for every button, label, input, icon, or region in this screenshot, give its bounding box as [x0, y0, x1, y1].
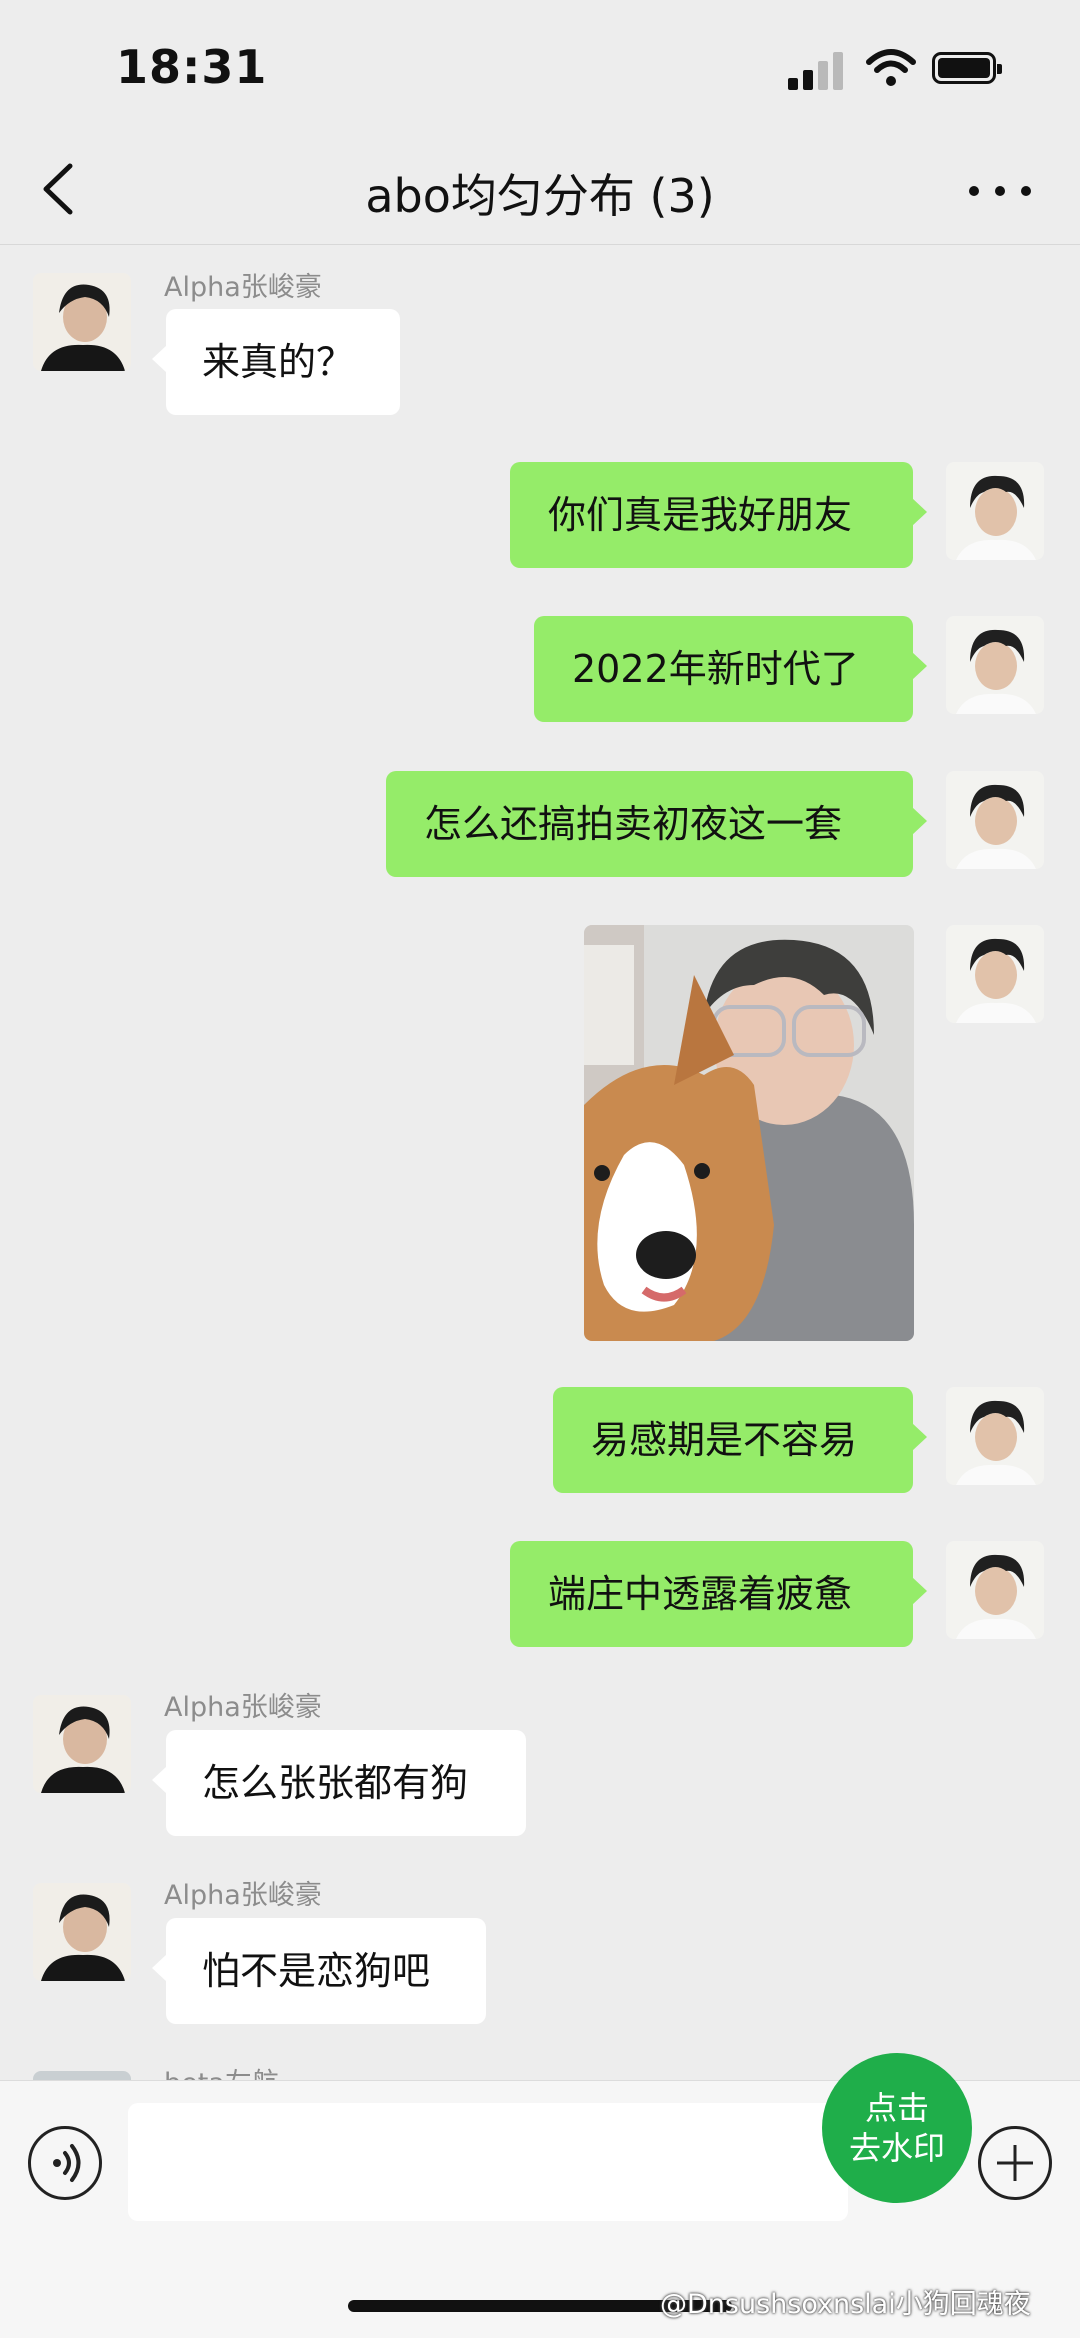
more-dots-icon[interactable]	[960, 166, 1040, 216]
person-avatar-icon	[33, 1695, 131, 1793]
status-time: 18:31	[116, 40, 268, 94]
plus-icon[interactable]	[978, 2126, 1052, 2200]
avatar-self[interactable]	[946, 1387, 1044, 1485]
person-avatar-icon	[946, 616, 1044, 714]
remove-watermark-line2: 去水印	[848, 2129, 945, 2167]
sender-name: Alpha张峻豪	[164, 1880, 322, 1911]
person-avatar-icon	[946, 1387, 1044, 1485]
avatar-self[interactable]	[946, 925, 1044, 1023]
avatar-alpha[interactable]	[33, 1695, 131, 1793]
message-input[interactable]	[128, 2103, 848, 2221]
person-avatar-icon	[33, 1883, 131, 1981]
chat-header: abo均匀分布 (3)	[0, 140, 1080, 245]
signal-icon	[788, 52, 846, 90]
avatar-self[interactable]	[946, 771, 1044, 869]
sender-name: beta左航	[164, 2061, 279, 2080]
avatar-alpha[interactable]	[33, 273, 131, 371]
sender-name: Alpha张峻豪	[164, 272, 322, 303]
message-bubble[interactable]: 端庄中透露着疲惫	[510, 1541, 927, 1647]
person-avatar-icon	[946, 1541, 1044, 1639]
voice-icon[interactable]	[28, 2126, 102, 2200]
photo-person-with-corgi	[584, 925, 914, 1341]
message-bubble[interactable]: 怎么张张都有狗	[152, 1730, 526, 1836]
message-bubble[interactable]: 你们真是我好朋友	[510, 462, 927, 568]
message-bubble[interactable]: 怎么还搞拍卖初夜这一套	[386, 771, 927, 877]
message-bubble[interactable]: 2022年新时代了	[534, 616, 927, 722]
person-avatar-icon	[946, 462, 1044, 560]
wifi-icon	[866, 49, 916, 86]
message-bubble[interactable]: 怕不是恋狗吧	[152, 1918, 486, 2024]
person-avatar-icon	[946, 925, 1044, 1023]
credit-watermark: @Dnsushsoxnslai小狗回魂夜	[660, 2289, 1031, 2320]
voice-waves-icon	[53, 2144, 81, 2182]
message-bubble[interactable]: 来真的？	[152, 309, 400, 415]
avatar-alpha[interactable]	[33, 1883, 131, 1981]
message-bubble[interactable]: 易感期是不容易	[553, 1387, 927, 1493]
avatar-beta[interactable]	[33, 2071, 131, 2080]
chat-title: abo均匀分布 (3)	[365, 169, 715, 223]
sender-name: Alpha张峻豪	[164, 1692, 322, 1723]
battery-icon	[932, 52, 1002, 84]
person-avatar-icon	[946, 771, 1044, 869]
image-message[interactable]	[584, 925, 914, 1341]
person-avatar-icon	[33, 273, 131, 371]
status-bar: 18:31	[0, 0, 1080, 140]
avatar-self[interactable]	[946, 616, 1044, 714]
message-list[interactable]: Alpha张峻豪 来真的？ 你们真是我好朋友 2022年新时代了 怎么还搞拍卖初…	[0, 245, 1080, 2080]
avatar-self[interactable]	[946, 1541, 1044, 1639]
avatar-self[interactable]	[946, 462, 1044, 560]
remove-watermark-button[interactable]: 点击 去水印	[822, 2053, 972, 2203]
remove-watermark-line1: 点击	[864, 2089, 929, 2127]
